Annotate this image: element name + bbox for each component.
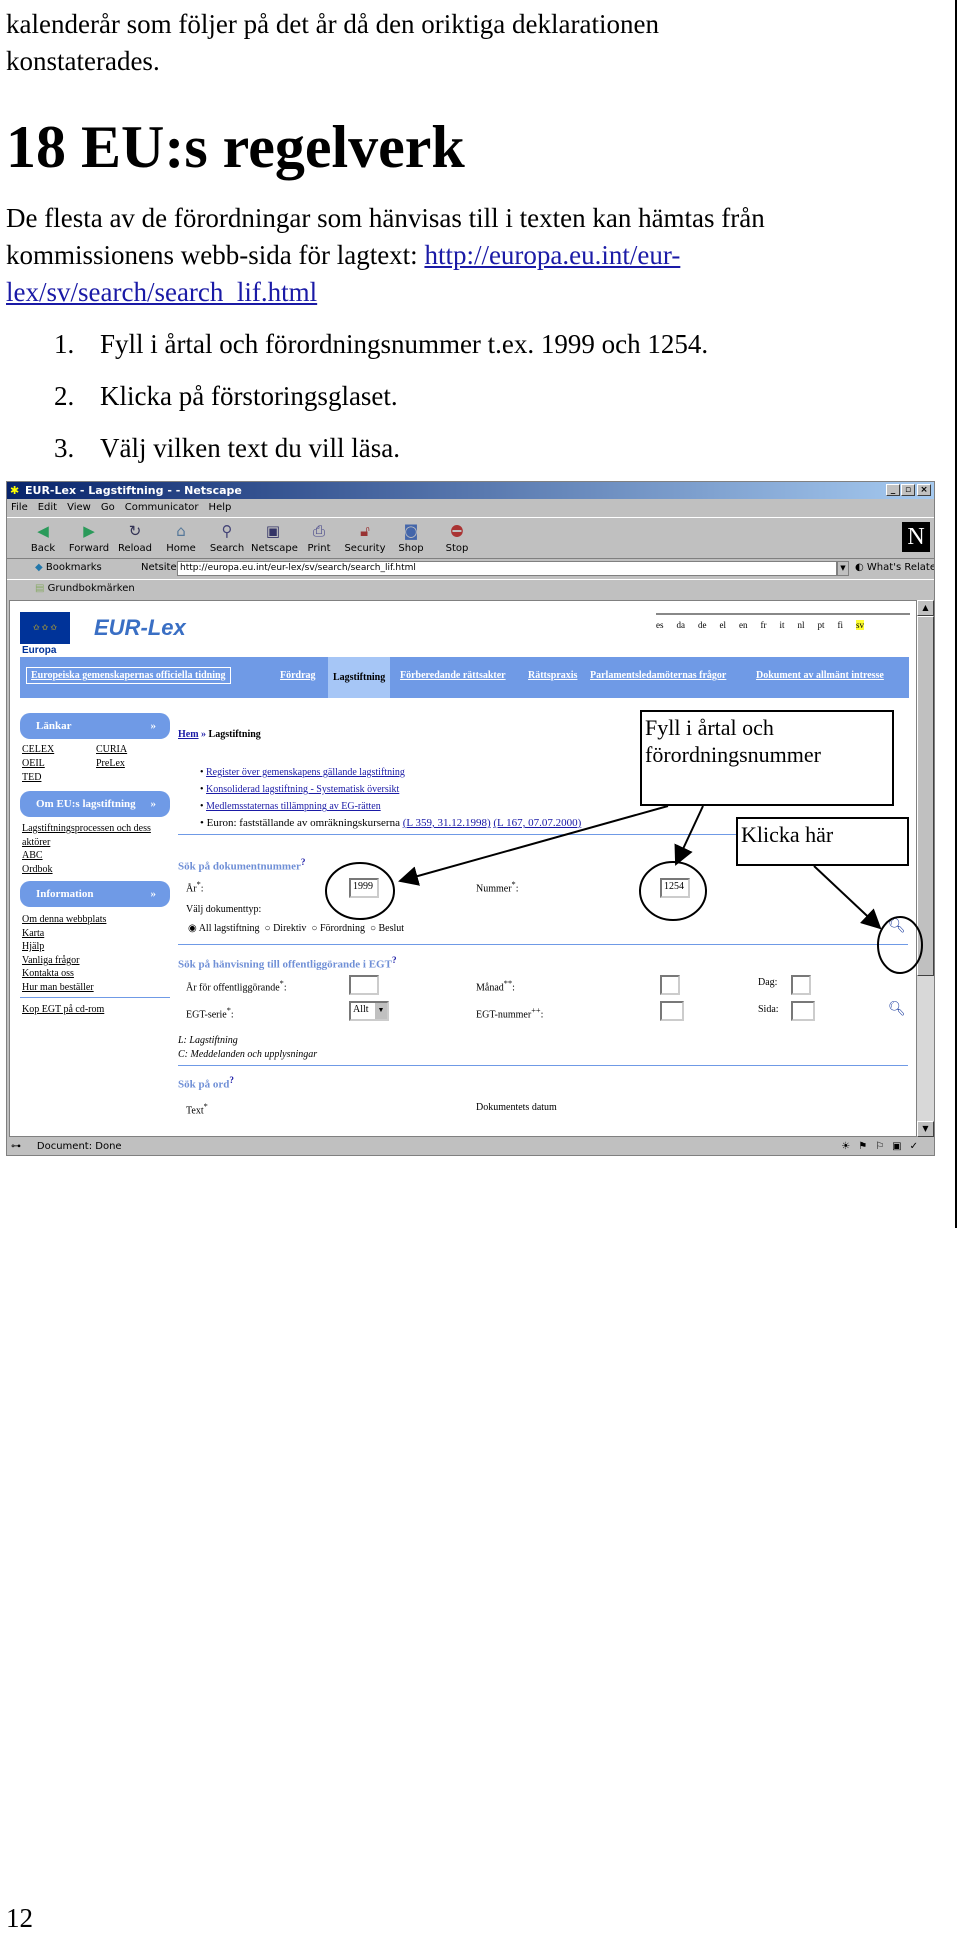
annotation-overlay <box>325 805 923 974</box>
arrow-to-year <box>398 805 669 886</box>
arrow-to-magnifier <box>813 865 882 930</box>
page-number: 12 <box>6 1903 33 1933</box>
arrow-to-number <box>674 805 704 866</box>
circle-year <box>325 862 395 920</box>
circle-magnifier <box>877 916 923 974</box>
circle-number <box>639 861 707 921</box>
